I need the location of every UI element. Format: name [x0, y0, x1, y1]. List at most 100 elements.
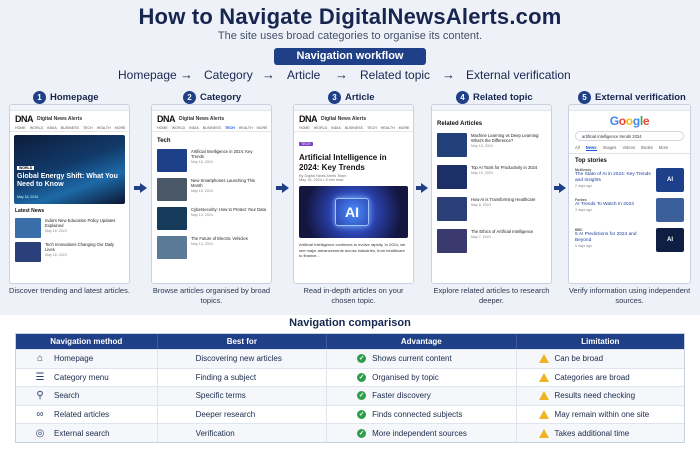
article-thumbnail	[437, 229, 467, 253]
list-item[interactable]: How AI is Transforming Healthcare May 8, …	[432, 193, 551, 225]
result-title[interactable]: The State of AI in 2024: Key Trends and …	[575, 172, 652, 184]
item-date: May 7, 2024	[471, 235, 491, 240]
article-thumbnail	[437, 165, 467, 189]
advantage-cell: Organised by topic	[372, 372, 439, 382]
list-item[interactable]: The Future of Electric Vehicles May 13, 2…	[152, 233, 271, 262]
tab-more[interactable]: More	[659, 145, 669, 151]
step-4-header: 4 Related topic	[456, 90, 533, 104]
method-cell: Homepage	[54, 354, 94, 364]
tab-books[interactable]: Books	[641, 145, 653, 151]
list-item[interactable]: Tech Innovations Changing Our Daily Live…	[10, 240, 129, 264]
hero-title[interactable]: Global Energy Shift: What You Need to Kn…	[17, 173, 125, 189]
advantage-cell: Finds connected subjects	[372, 410, 463, 420]
site-logo: DNA	[157, 114, 176, 124]
tab-news[interactable]: News	[585, 145, 597, 151]
item-date: May 15, 2024	[471, 144, 493, 149]
nav-item[interactable]: WORLD	[172, 126, 185, 130]
item-title: The Ethics of Artificial Intelligence	[471, 229, 534, 234]
nav-item[interactable]: WORLD	[314, 126, 327, 130]
nav-item[interactable]: TECH	[367, 126, 377, 130]
check-icon: ✓	[357, 391, 367, 401]
article-thumbnail	[157, 178, 187, 201]
site-nav: HOME WORLD INDIA BUSINESS TECH HEALTH MORE	[10, 125, 129, 132]
hero-badge: WORLD	[17, 166, 35, 170]
warning-icon	[538, 410, 549, 420]
advantage-cell: Shows current content	[372, 354, 452, 364]
result-date: 5 days ago	[575, 244, 593, 248]
step-1-caption: Discover trending and latest articles.	[9, 286, 130, 295]
list-item[interactable]: Top AI Tools for Productivity in 2024 May…	[432, 161, 551, 193]
nav-item[interactable]: HOME	[157, 126, 168, 130]
column-header: Limitation	[581, 337, 620, 346]
ai-chip-icon: AI	[335, 198, 369, 226]
comparison-title: Navigation comparison	[289, 317, 411, 329]
flow-step-category: Category	[204, 68, 253, 82]
list-item[interactable]: The Ethics of Artificial Intelligence May…	[432, 225, 551, 257]
flow-step-related: Related topic	[360, 68, 431, 82]
tab-all[interactable]: All	[575, 145, 580, 151]
tab-images[interactable]: Images	[603, 145, 617, 151]
nav-item[interactable]: BUSINESS	[203, 126, 221, 130]
nav-item[interactable]: BUSINESS	[61, 126, 79, 130]
search-input[interactable]: artificial intelligence trends 2024	[575, 131, 684, 141]
list-item[interactable]: Cybersecurity: How to Protect Your Data M…	[152, 204, 271, 233]
google-screenshot: Google artificial intelligence trends 20…	[568, 104, 691, 284]
nav-item[interactable]: INDIA	[47, 126, 57, 130]
warning-icon	[538, 428, 549, 438]
article-screenshot: DNA Digital News Alerts HOME WORLD INDIA BUS…	[293, 104, 414, 284]
article-thumbnail	[157, 207, 187, 230]
page-subtitle: The site uses broad categories to organi…	[217, 30, 483, 42]
item-title: How AI is Transforming Healthcare	[471, 197, 536, 202]
search-result[interactable]: Forbes AI Trends To Watch In 2024 3 days a…	[569, 195, 690, 225]
comparison-table: Navigation method Best for Advantage Lim…	[15, 333, 685, 443]
method-cell: External search	[54, 428, 110, 438]
article-thumbnail	[15, 218, 41, 238]
home-icon: ⌂	[36, 353, 44, 365]
best-cell: Deeper research	[158, 405, 328, 424]
flow-arrow: →	[335, 67, 348, 82]
nav-item[interactable]: HEALTH	[381, 126, 395, 130]
table-row: ☰ Category menu Finding a subject ✓ Organi…	[16, 367, 684, 387]
nav-item[interactable]: INDIA	[331, 126, 341, 130]
check-icon: ✓	[357, 354, 367, 364]
nav-item[interactable]: HOME	[15, 126, 26, 130]
limitation-cell: Categories are broad	[554, 372, 630, 382]
check-icon: ✓	[357, 428, 367, 438]
tab-videos[interactable]: Videos	[622, 145, 635, 151]
link-icon: ∞	[36, 409, 44, 421]
section-title: Tech	[157, 138, 171, 144]
step-2-caption: Browse articles organised by broad topic…	[152, 286, 271, 305]
search-result[interactable]: McKinsey The State of AI in 2024: Key Tre…	[569, 165, 690, 195]
nav-item[interactable]: HEALTH	[239, 126, 253, 130]
nav-item[interactable]: MORE	[399, 126, 410, 130]
nav-item[interactable]: HOME	[299, 126, 310, 130]
column-header: Navigation method	[16, 334, 158, 349]
nav-item[interactable]: WORLD	[30, 126, 43, 130]
list-item[interactable]: Artificial Intelligence in 2024: Key Tre…	[152, 146, 271, 175]
page-title: How to Navigate DigitalNewsAlerts.com	[138, 4, 562, 29]
search-result[interactable]: BBC 5 AI Predictions for 2024 and Beyond 5…	[569, 225, 690, 255]
nav-item[interactable]: MORE	[115, 126, 126, 130]
article-thumbnail	[157, 149, 187, 172]
table-row: ∞ Related articles Deeper research ✓ Finds…	[16, 404, 684, 424]
nav-item[interactable]: TECH	[225, 126, 235, 130]
globe-icon: ◎	[35, 427, 45, 439]
nav-item[interactable]: INDIA	[189, 126, 199, 130]
list-item[interactable]: Machine Learning vs Deep Learning: What'…	[432, 129, 551, 161]
category-screenshot: DNA Digital News Alerts HOME WORLD INDIA BUS…	[151, 104, 272, 284]
hero-image[interactable]: WORLD Global Energy Shift: What You Need…	[14, 135, 125, 204]
step-number: 5	[578, 90, 591, 104]
list-item[interactable]: India's New Education Policy Updates Exp…	[10, 216, 129, 240]
nav-item[interactable]: HEALTH	[97, 126, 111, 130]
section-title: Latest News	[15, 208, 45, 214]
flow-step-article: Article	[287, 68, 321, 82]
step-number: 4	[456, 90, 469, 104]
nav-item[interactable]: TECH	[83, 126, 93, 130]
table-row: ⌂ Homepage Discovering new articles ✓ Show…	[16, 349, 684, 368]
result-title[interactable]: 5 AI Predictions for 2024 and Beyond	[575, 232, 652, 244]
nav-item[interactable]: BUSINESS	[345, 126, 363, 130]
best-cell: Discovering new articles	[158, 350, 328, 368]
nav-item[interactable]: MORE	[257, 126, 268, 130]
list-item[interactable]: New Smartphones Launching This Month May …	[152, 175, 271, 204]
site-nav: HOME WORLD INDIA BUSINESS TECH HEALTH MORE	[294, 125, 413, 132]
